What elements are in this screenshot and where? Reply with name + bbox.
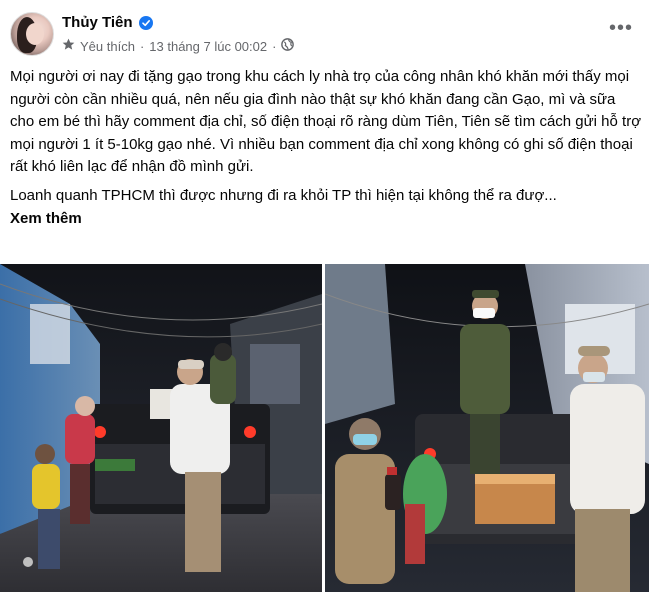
- author-name[interactable]: Thủy Tiên: [62, 14, 133, 31]
- meta-separator-2: ·: [272, 38, 277, 54]
- post-timestamp[interactable]: 13 tháng 7 lúc 00:02: [149, 39, 267, 54]
- globe-icon[interactable]: [281, 38, 295, 54]
- verified-badge-icon: [138, 15, 153, 30]
- post-paragraph-2: Loanh quanh TPHCM thì được nhưng đi ra k…: [10, 186, 557, 204]
- see-more-link[interactable]: Xem thêm: [10, 208, 642, 231]
- star-icon: [62, 38, 75, 54]
- post-photo-1[interactable]: [0, 264, 322, 592]
- meta-separator: ·: [139, 38, 145, 54]
- post-photo-2[interactable]: [325, 264, 649, 592]
- post-meta: Yêu thích · 13 tháng 7 lúc 00:02 ·: [62, 38, 295, 54]
- more-options-icon[interactable]: •••: [609, 18, 633, 38]
- post-header: Thủy Tiên Yêu thích · 13 tháng 7 lúc 00:…: [0, 0, 649, 62]
- author-name-row: Thủy Tiên: [62, 14, 153, 31]
- relation-label: Yêu thích: [80, 38, 135, 54]
- post-paragraph-1: Mọi người ơi nay đi tặng gạo trong khu c…: [10, 68, 642, 176]
- post-body: Mọi người ơi nay đi tặng gạo trong khu c…: [10, 66, 642, 230]
- author-avatar[interactable]: [10, 12, 54, 56]
